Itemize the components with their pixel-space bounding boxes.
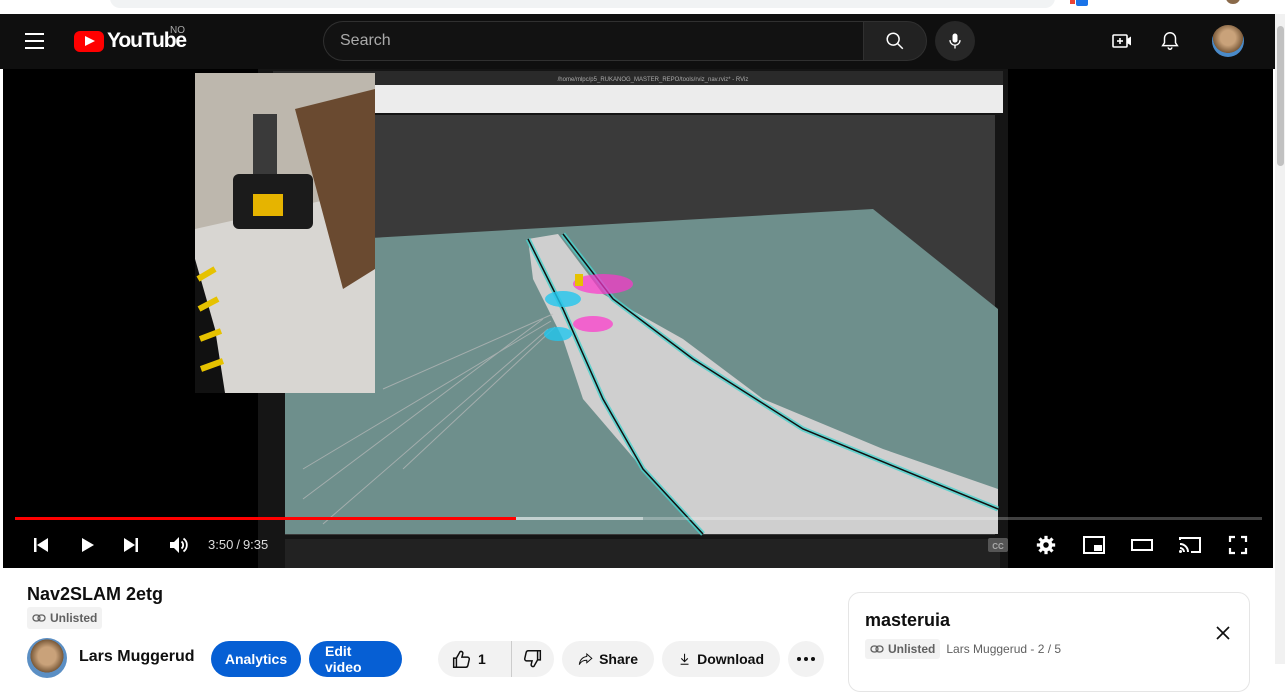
browser-address-bar[interactable] [110,0,1055,8]
thumbs-up-icon [452,650,470,668]
thumbs-down-icon [524,650,542,668]
download-label: Download [697,651,764,667]
search-input[interactable] [324,22,864,60]
create-button[interactable] [1102,21,1142,61]
cast-button[interactable] [1172,527,1208,563]
subtitles-icon: CC [988,538,1008,552]
screen-window-title: /home/mlpc/p5_RUKANOG_MASTER_REPO/tools/… [558,77,749,83]
video-player[interactable]: /home/mlpc/p5_RUKANOG_MASTER_REPO/tools/… [3,69,1273,568]
share-icon [578,652,593,665]
visibility-badge: Unlisted [27,607,103,629]
share-label: Share [599,651,638,667]
video-frame: /home/mlpc/p5_RUKANOG_MASTER_REPO/tools/… [195,69,1008,568]
previous-button[interactable] [23,527,59,563]
notifications-button[interactable] [1150,21,1190,61]
close-icon [1216,626,1230,640]
playlist-panel: masteruia Unlisted Lars Muggerud - 2 / 5 [848,592,1250,692]
create-icon [1112,34,1131,48]
playlist-title[interactable]: masteruia [865,610,950,631]
channel-avatar[interactable] [27,638,67,678]
share-button[interactable]: Share [562,641,654,677]
prev-icon [34,538,48,552]
page-scrollbar-thumb[interactable] [1277,26,1284,166]
dislike-button[interactable] [512,641,554,677]
analytics-button[interactable]: Analytics [211,641,301,677]
playlist-owner-position: Lars Muggerud - 2 / 5 [946,642,1062,656]
bell-icon [1161,32,1179,50]
time-separator: / [236,537,240,552]
player-controls: 3:50/9:35 CC [3,525,1273,565]
subtitles-button[interactable]: CC [980,527,1016,563]
link-icon [870,645,884,653]
like-button[interactable]: 1 [438,641,512,677]
playlist-close-button[interactable] [1209,619,1237,647]
more-icon [797,657,815,661]
search-box [323,21,864,61]
menu-button[interactable] [25,28,53,54]
volume-icon [170,537,188,553]
browser-extension-icon[interactable] [1070,0,1075,4]
edit-video-button[interactable]: Edit video [309,641,402,677]
cast-icon [1179,537,1201,553]
mic-icon [949,33,961,49]
miniplayer-button[interactable] [1076,527,1112,563]
playlist-visibility-badge: Unlisted [865,639,941,659]
playlist-visibility-label: Unlisted [888,642,936,656]
visibility-label: Unlisted [50,611,98,625]
user-avatar[interactable] [1212,25,1244,57]
download-button[interactable]: Download [662,641,780,677]
fullscreen-icon [1228,535,1248,555]
play-icon [82,538,94,552]
svg-text:CC: CC [992,542,1004,551]
theater-icon [1131,539,1153,551]
progress-played [15,517,517,520]
progress-bar[interactable] [15,517,1262,520]
next-button[interactable] [113,527,149,563]
like-count: 1 [478,651,486,667]
country-code: NO [170,25,185,36]
current-time: 3:50 [208,537,234,552]
settings-button[interactable] [1028,527,1064,563]
search-button[interactable] [863,21,927,61]
link-icon [32,614,46,622]
duration: 9:35 [242,537,269,552]
like-dislike-group: 1 [438,641,554,677]
playlist-meta: Unlisted Lars Muggerud - 2 / 5 [865,639,1061,659]
masthead: YouTube NO [0,14,1275,69]
channel-name[interactable]: Lars Muggerud [79,648,195,666]
time-display: 3:50/9:35 [208,537,268,552]
settings-icon [1036,535,1056,555]
next-icon [124,538,138,552]
miniplayer-icon [1083,536,1105,554]
menu-icon [25,33,44,35]
more-actions-button[interactable] [788,641,824,677]
youtube-logo-icon [74,30,104,52]
theater-mode-button[interactable] [1124,527,1160,563]
browser-profile-avatar[interactable] [1226,0,1240,4]
volume-button[interactable] [160,527,196,563]
fullscreen-button[interactable] [1220,527,1256,563]
browser-extension-icon[interactable] [1076,0,1088,6]
voice-search-button[interactable] [935,21,975,61]
video-title: Nav2SLAM 2etg [27,584,164,604]
download-icon [680,653,689,665]
play-button[interactable] [69,527,105,563]
search-icon [886,32,904,50]
browser-toolbar [0,0,1285,14]
